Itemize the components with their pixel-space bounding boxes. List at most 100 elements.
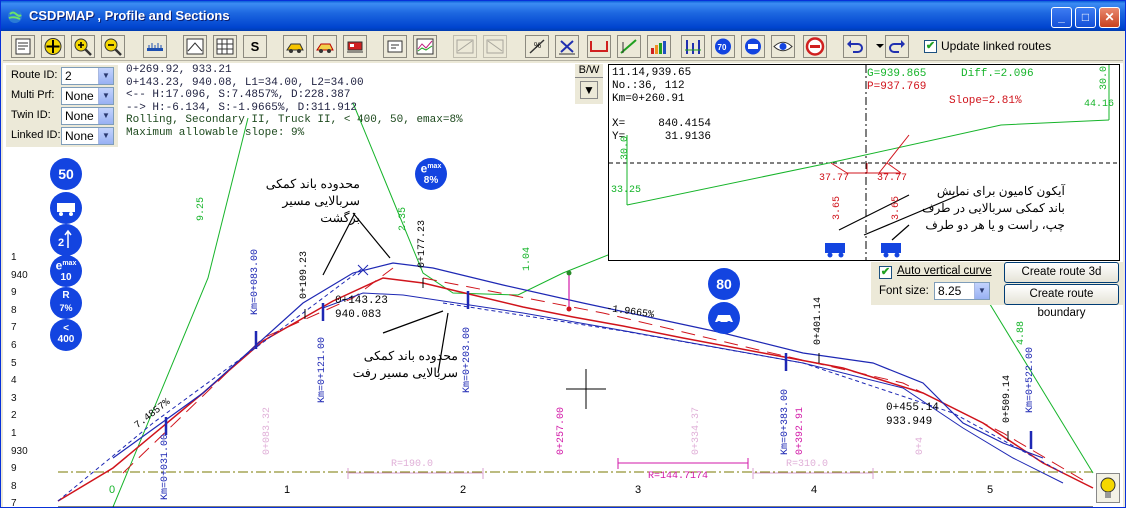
station-label: 0+401.14 [813, 296, 824, 345]
speed-70-icon[interactable]: 70 [711, 35, 735, 58]
station-label: 0+334.37 [691, 406, 702, 455]
radius-2-label: R=144.7174 [648, 471, 709, 482]
multi-prf-select[interactable]: None ▼ [61, 87, 114, 105]
pvi2-annotation: 0+455.14 933.949 [886, 401, 939, 429]
maximize-button[interactable]: □ [1075, 7, 1096, 28]
route-id-value: 2 [65, 69, 72, 83]
station-label: 0+083.32 [262, 406, 273, 455]
inset-line: 11.14,939.65 [612, 67, 692, 79]
vertical-curve-icon[interactable] [617, 35, 641, 58]
stations-icon[interactable] [681, 35, 705, 58]
emax-8-sign: emax 8% [415, 158, 447, 190]
create-boundary-button[interactable]: Create route boundary [1004, 284, 1119, 319]
inset-val-365b: 3.65 [891, 195, 902, 220]
title-bar[interactable]: CSDPMAP , Profile and Sections _ □ ✕ [1, 1, 1125, 31]
auto-vertical-checkbox[interactable]: ✔ [879, 266, 892, 279]
zoom-in-icon[interactable] [71, 35, 95, 58]
bw-toggle[interactable]: B/W ▼ [575, 64, 603, 104]
create-3d-points-button[interactable]: Create route 3d points [1004, 262, 1119, 297]
chevron-down-icon[interactable]: ▼ [974, 283, 989, 299]
no-entry-icon[interactable] [803, 35, 827, 58]
elevation-tick-label: 6 [11, 339, 17, 351]
elevation-tick-label: 4 [11, 375, 17, 387]
svg-text:2: 2 [58, 237, 64, 249]
chevron-down-icon[interactable]: ▼ [98, 68, 113, 84]
speed-limit-sign: 50 [50, 158, 82, 190]
radius-1-label: R=190.0 [391, 459, 434, 470]
elevation-tick-label: 1 [11, 252, 17, 263]
grade-235-label: 2.35 [398, 206, 409, 231]
annotation-line: سربالایی مسیر برگشت [282, 194, 360, 225]
close-button[interactable]: ✕ [1099, 7, 1120, 28]
route-id-select[interactable]: 2 ▼ [61, 67, 114, 85]
linked-id-value: None [65, 129, 94, 143]
radius-label: R [62, 290, 70, 301]
window-title: CSDPMAP , Profile and Sections [29, 8, 230, 23]
lt-symbol: < [63, 323, 69, 334]
elevation-tick-label: 8 [11, 304, 17, 316]
draw-profile-icon[interactable] [183, 35, 207, 58]
station-label: 0+109.23 [299, 250, 310, 299]
font-size-select[interactable]: 8.25 ▼ [934, 282, 990, 300]
station-label: Km=0+121.00 [317, 336, 328, 403]
scale-bar-icon[interactable] [143, 35, 167, 58]
grade-925-label: 9.25 [196, 196, 207, 221]
app-window: CSDPMAP , Profile and Sections _ □ ✕ S %… [0, 0, 1126, 508]
inset-val-3777a: 37.77 [819, 173, 850, 184]
graph-icon[interactable] [413, 35, 437, 58]
chevron-down-icon[interactable]: ▼ [98, 108, 113, 124]
info-line: <-- H:17.096, S:7.4857%, D:228.387 [126, 89, 351, 102]
pan-tool-icon[interactable] [41, 35, 65, 58]
undo-dropdown-arrow-icon[interactable] [869, 35, 884, 58]
inset-line: No.:36, 112 [612, 80, 685, 92]
multi-prf-value: None [65, 89, 94, 103]
inset-line: X= 840.4154 [612, 118, 712, 130]
radius-3-label: R=310.0 [786, 459, 829, 470]
station-label: 0+177.23 [417, 219, 428, 268]
redo-icon[interactable] [885, 35, 909, 58]
undo-icon[interactable] [843, 35, 867, 58]
label-box-icon[interactable] [383, 35, 407, 58]
car-yellow-icon[interactable] [283, 35, 307, 58]
chevron-down-icon[interactable]: ▼ [98, 128, 113, 144]
inset-diff-label: Diff.=2.096 [961, 68, 1034, 80]
radius-value: 7% [59, 303, 73, 313]
grid-table-icon[interactable] [213, 35, 237, 58]
station-label: 0+509.14 [1002, 374, 1013, 423]
route-side-panel: Route ID: 2 ▼ Multi Prf: None ▼ Twin ID: N… [6, 65, 118, 147]
zoom-out-icon[interactable] [101, 35, 125, 58]
bar-graph-icon[interactable] [647, 35, 671, 58]
properties-tool-icon[interactable] [11, 35, 35, 58]
lightbulb-icon[interactable] [1096, 473, 1120, 503]
eye-icon[interactable] [771, 35, 795, 58]
car-red-icon[interactable] [313, 35, 337, 58]
valley-curve-icon[interactable] [587, 35, 611, 58]
twin-id-select[interactable]: None ▼ [61, 107, 114, 125]
minimize-button[interactable]: _ [1051, 7, 1072, 28]
bw-label: B/W [575, 64, 603, 78]
font-size-label: Font size: [879, 285, 929, 297]
linked-id-label: Linked ID: [11, 129, 61, 141]
s-button[interactable]: S [243, 35, 267, 58]
inset-p-label: P=937.769 [867, 81, 927, 93]
font-size-value: 8.25 [938, 284, 962, 298]
x-section-icon[interactable] [555, 35, 579, 58]
info-line: Rolling, Secondary II, Truck II, < 400, … [126, 114, 463, 127]
km-axis-label: 0 [109, 484, 116, 496]
elevation-tick-label: 7 [11, 322, 17, 334]
train-icon[interactable] [343, 35, 367, 58]
linked-id-select[interactable]: None ▼ [61, 127, 114, 145]
inset-note-line: چپ، راست و یا هر دو طرف [925, 218, 1065, 232]
slope-percent-icon[interactable]: % [525, 35, 549, 58]
truck-icon[interactable] [741, 35, 765, 58]
disabled-tool-1-icon[interactable] [453, 35, 477, 58]
profile-canvas[interactable]: Route ID: 2 ▼ Multi Prf: None ▼ Twin ID: N… [3, 63, 1123, 507]
collapse-arrow-icon[interactable]: ▼ [580, 81, 598, 99]
chevron-down-icon[interactable]: ▼ [98, 88, 113, 104]
emax-10-sign: emax 10 [50, 255, 82, 287]
inset-line: Km=0+260.91 [612, 93, 685, 105]
disabled-tool-2-icon[interactable] [483, 35, 507, 58]
auto-vertical-label: Auto vertical curve [897, 265, 992, 277]
cross-section-inset[interactable]: 11.14,939.65 No.:36, 112 Km=0+260.91 X= … [608, 64, 1120, 261]
update-linked-checkbox[interactable]: ✔ [924, 40, 937, 53]
